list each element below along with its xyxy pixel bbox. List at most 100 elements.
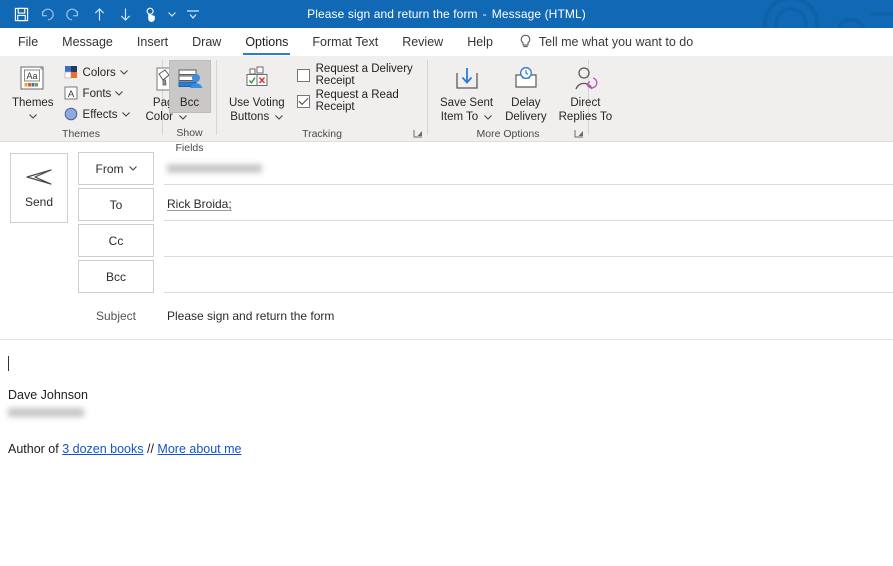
tell-me-search[interactable]: Tell me what you want to do bbox=[505, 28, 693, 56]
effects-label: Effects bbox=[82, 108, 118, 121]
link-more-about-me[interactable]: More about me bbox=[157, 442, 241, 456]
save-sent-item-to-button[interactable]: Save Sent Item To bbox=[434, 60, 499, 127]
tab-format-text[interactable]: Format Text bbox=[300, 28, 390, 56]
to-label: To bbox=[109, 197, 123, 212]
request-read-receipt-label: Request a Read Receipt bbox=[315, 89, 399, 113]
signature-name: Dave Johnson bbox=[8, 388, 88, 402]
themes-chevron-down-icon[interactable] bbox=[28, 110, 37, 123]
bcc-field-label: Bcc bbox=[105, 269, 126, 284]
bcc-row: Bcc bbox=[78, 260, 893, 293]
to-value-field[interactable]: Rick Broida; bbox=[164, 188, 893, 221]
use-voting-buttons-button[interactable]: Use Voting Buttons bbox=[223, 60, 291, 127]
from-row: From bbox=[78, 152, 893, 185]
next-item-icon[interactable] bbox=[112, 2, 138, 26]
fonts-icon: A bbox=[64, 86, 78, 100]
more-options-dialog-launcher[interactable] bbox=[573, 128, 585, 141]
subject-input[interactable]: Please sign and return the form bbox=[164, 309, 893, 323]
effects-button[interactable]: Effects bbox=[60, 104, 134, 125]
themes-button-label: Themes bbox=[12, 97, 54, 109]
colors-icon bbox=[64, 66, 77, 79]
delay-delivery-button[interactable]: Delay Delivery bbox=[499, 60, 553, 127]
from-value-field[interactable] bbox=[164, 152, 893, 185]
lightbulb-icon bbox=[520, 34, 531, 47]
author-prefix: Author of bbox=[8, 442, 63, 456]
delay-delivery-icon bbox=[511, 64, 541, 96]
quick-access-toolbar bbox=[0, 0, 206, 28]
titlebar-decoration bbox=[763, 0, 893, 28]
voting-chevron-down-icon[interactable] bbox=[275, 115, 284, 120]
direct-replies-to-button[interactable]: Direct Replies To bbox=[553, 60, 619, 127]
effects-chevron-down-icon[interactable] bbox=[121, 112, 130, 117]
tab-review[interactable]: Review bbox=[390, 28, 455, 56]
ribbon-group-more-options: Save Sent Item To Delay Delivery Direct … bbox=[428, 56, 612, 141]
tell-me-label: Tell me what you want to do bbox=[538, 35, 694, 49]
ribbon-group-show-fields: Bcc Show Fields bbox=[163, 56, 216, 154]
link-3-dozen-books[interactable]: 3 dozen books bbox=[62, 442, 143, 456]
from-chevron-down-icon[interactable] bbox=[128, 166, 137, 171]
title-bar: Please sign and return the form - Messag… bbox=[0, 0, 893, 28]
undo-icon[interactable] bbox=[34, 2, 60, 26]
compose-header: Send From To Rick Broida; Cc Bcc Subject… bbox=[0, 142, 893, 340]
tab-options[interactable]: Options bbox=[233, 28, 300, 56]
recipient-fields: From To Rick Broida; Cc Bcc bbox=[78, 152, 893, 296]
ribbon: Aa Themes Colors A Fonts Effects Page Co… bbox=[0, 56, 893, 154]
send-button[interactable]: Send bbox=[10, 153, 68, 223]
themes-icon: Aa bbox=[18, 64, 48, 96]
tab-message[interactable]: Message bbox=[50, 28, 125, 56]
save-sent-chevron-down-icon[interactable] bbox=[484, 115, 493, 120]
tab-insert[interactable]: Insert bbox=[125, 28, 180, 56]
colors-button[interactable]: Colors bbox=[60, 62, 134, 83]
request-read-receipt-row[interactable]: Request a Read Receipt bbox=[296, 88, 421, 114]
themes-small-buttons: Colors A Fonts Effects bbox=[60, 60, 134, 125]
redo-icon[interactable] bbox=[60, 2, 86, 26]
send-icon bbox=[26, 169, 52, 185]
from-address-redacted bbox=[167, 163, 262, 173]
cc-button[interactable]: Cc bbox=[78, 224, 154, 257]
from-label: From bbox=[95, 161, 124, 176]
previous-item-icon[interactable] bbox=[86, 2, 112, 26]
bcc-value-field[interactable] bbox=[164, 260, 893, 293]
tracking-dialog-launcher[interactable] bbox=[412, 128, 424, 141]
fonts-label: Fonts bbox=[82, 87, 112, 100]
tab-file[interactable]: File bbox=[6, 28, 50, 56]
send-button-label: Send bbox=[24, 195, 54, 209]
fonts-button[interactable]: A Fonts bbox=[60, 83, 134, 104]
request-delivery-receipt-label: Request a Delivery Receipt bbox=[315, 63, 413, 87]
subject-label: Subject bbox=[95, 309, 137, 323]
to-button[interactable]: To bbox=[78, 188, 154, 221]
customize-quick-access-toolbar-icon[interactable] bbox=[180, 2, 206, 26]
cc-label: Cc bbox=[108, 233, 124, 248]
ribbon-group-label-tracking: Tracking bbox=[302, 128, 342, 140]
touch-mouse-mode-icon[interactable] bbox=[138, 2, 164, 26]
cc-row: Cc bbox=[78, 224, 893, 257]
themes-button[interactable]: Aa Themes bbox=[6, 60, 60, 126]
cc-value-field[interactable] bbox=[164, 224, 893, 257]
colors-label: Colors bbox=[82, 66, 116, 79]
to-row: To Rick Broida; bbox=[78, 188, 893, 221]
save-icon[interactable] bbox=[8, 2, 34, 26]
ribbon-tab-bar: File Message Insert Draw Options Format … bbox=[0, 28, 893, 56]
bcc-icon bbox=[175, 64, 205, 96]
request-delivery-receipt-checkbox[interactable] bbox=[296, 68, 310, 82]
bcc-field-button[interactable]: Bcc bbox=[78, 260, 154, 293]
svg-text:A: A bbox=[67, 89, 74, 100]
tab-help[interactable]: Help bbox=[455, 28, 505, 56]
delay-delivery-label-1: Delay bbox=[511, 97, 541, 109]
to-recipient: Rick Broida; bbox=[167, 197, 232, 211]
ribbon-group-themes: Aa Themes Colors A Fonts Effects Page Co… bbox=[0, 56, 188, 141]
direct-replies-icon bbox=[570, 64, 600, 96]
signature-author-line: Author of 3 dozen books // More about me bbox=[8, 442, 893, 456]
effects-icon bbox=[64, 107, 77, 121]
direct-replies-label-1: Direct bbox=[570, 97, 601, 109]
link-separator: // bbox=[143, 442, 158, 456]
touch-mode-chevron-down-icon[interactable] bbox=[164, 2, 180, 26]
use-voting-buttons-label-1: Use Voting bbox=[229, 97, 285, 109]
request-delivery-receipt-row[interactable]: Request a Delivery Receipt bbox=[296, 62, 421, 88]
from-button[interactable]: From bbox=[78, 152, 154, 185]
colors-chevron-down-icon[interactable] bbox=[119, 70, 128, 75]
request-read-receipt-checkbox[interactable] bbox=[296, 94, 310, 108]
message-body[interactable]: Dave Johnson Author of 3 dozen books // … bbox=[0, 340, 893, 566]
bcc-button[interactable]: Bcc bbox=[168, 60, 211, 113]
fonts-chevron-down-icon[interactable] bbox=[115, 91, 124, 96]
tab-draw[interactable]: Draw bbox=[180, 28, 233, 56]
